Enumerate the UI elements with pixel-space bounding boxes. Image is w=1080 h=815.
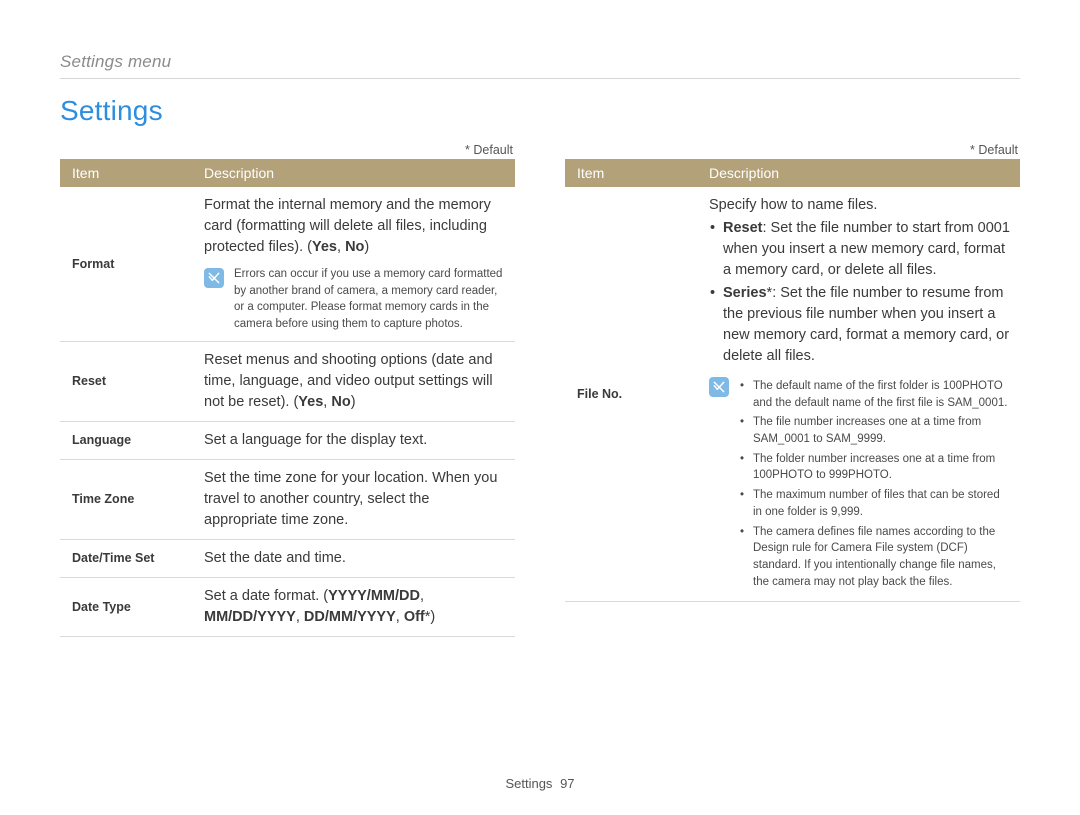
settings-table-right: Item Description File No. Specify how to… (565, 159, 1020, 602)
note-fileno: The default name of the first folder is … (709, 375, 1010, 593)
table-row: Format Format the internal memory and th… (60, 187, 515, 341)
col-header-desc: Description (697, 159, 1020, 187)
content-columns: * Default Item Description Format Format… (60, 133, 1020, 637)
datetype-o4: Off (404, 609, 425, 625)
desc-reset: Reset menus and shooting options (date a… (192, 341, 515, 421)
datetype-pre: Set a date format. ( (204, 588, 328, 604)
list-item: Reset: Set the file number to start from… (709, 218, 1010, 281)
datetype-post: ) (430, 609, 435, 625)
format-no: No (345, 239, 364, 255)
item-label-format: Format (60, 187, 192, 341)
divider (60, 78, 1020, 79)
table-row: Reset Reset menus and shooting options (… (60, 341, 515, 421)
default-note-left: * Default (60, 143, 513, 157)
desc-timezone: Set the time zone for your location. Whe… (192, 459, 515, 539)
desc-format: Format the internal memory and the memor… (192, 187, 515, 341)
item-label-datetype: Date Type (60, 577, 192, 636)
datetype-o3: DD/MM/YYYY (304, 609, 396, 625)
list-item: The camera defines file names according … (739, 524, 1010, 591)
format-sep: , (337, 239, 345, 255)
list-item: The maximum number of files that can be … (739, 487, 1010, 520)
item-label-reset: Reset (60, 341, 192, 421)
datetype-s3: , (396, 609, 404, 625)
page-title: Settings (60, 95, 1020, 127)
reset-no: No (331, 394, 350, 410)
col-header-desc: Description (192, 159, 515, 187)
settings-table-left: Item Description Format Format the inter… (60, 159, 515, 637)
item-label-datetime: Date/Time Set (60, 539, 192, 577)
desc-datetype: Set a date format. (YYYY/MM/DD, MM/DD/YY… (192, 577, 515, 636)
datetype-s1: , (420, 588, 424, 604)
fileno-notes: The default name of the first folder is … (739, 375, 1010, 593)
bullet-series-label: Series (723, 285, 767, 301)
list-item: Series*: Set the file number to resume f… (709, 283, 1010, 367)
list-item: The default name of the first folder is … (739, 378, 1010, 411)
format-yes: Yes (312, 239, 337, 255)
reset-desc-post: ) (351, 394, 356, 410)
table-row: File No. Specify how to name files. Rese… (565, 187, 1020, 602)
note-format: Errors can occur if you use a memory car… (204, 266, 505, 333)
item-label-language: Language (60, 421, 192, 459)
format-desc-post: ) (364, 239, 369, 255)
desc-fileno: Specify how to name files. Reset: Set th… (697, 187, 1020, 602)
col-header-item: Item (60, 159, 192, 187)
page: Settings menu Settings * Default Item De… (0, 0, 1080, 815)
table-row: Time Zone Set the time zone for your loc… (60, 459, 515, 539)
info-icon (709, 377, 729, 397)
info-icon (204, 268, 224, 288)
default-note-right: * Default (565, 143, 1018, 157)
datetype-o2: MM/DD/YYYY (204, 609, 296, 625)
page-number: 97 (560, 776, 574, 791)
bullet-reset-text: : Set the file number to start from 0001… (723, 220, 1010, 278)
note-text-format: Errors can occur if you use a memory car… (234, 266, 505, 333)
item-label-fileno: File No. (565, 187, 697, 602)
fileno-bullets: Reset: Set the file number to start from… (709, 218, 1010, 367)
table-row: Language Set a language for the display … (60, 421, 515, 459)
right-column: * Default Item Description File No. Spec… (565, 133, 1020, 637)
item-label-timezone: Time Zone (60, 459, 192, 539)
desc-language: Set a language for the display text. (192, 421, 515, 459)
breadcrumb: Settings menu (60, 52, 1020, 72)
left-column: * Default Item Description Format Format… (60, 133, 515, 637)
list-item: The folder number increases one at a tim… (739, 451, 1010, 484)
bullet-reset-label: Reset (723, 220, 763, 236)
reset-yes: Yes (298, 394, 323, 410)
datetype-o1: YYYY/MM/DD (328, 588, 420, 604)
table-row: Date Type Set a date format. (YYYY/MM/DD… (60, 577, 515, 636)
col-header-item: Item (565, 159, 697, 187)
footer-label: Settings (505, 776, 552, 791)
datetype-s2: , (296, 609, 304, 625)
table-row: Date/Time Set Set the date and time. (60, 539, 515, 577)
fileno-intro: Specify how to name files. (709, 195, 1010, 216)
page-footer: Settings 97 (0, 776, 1080, 791)
list-item: The file number increases one at a time … (739, 414, 1010, 447)
desc-datetime: Set the date and time. (192, 539, 515, 577)
